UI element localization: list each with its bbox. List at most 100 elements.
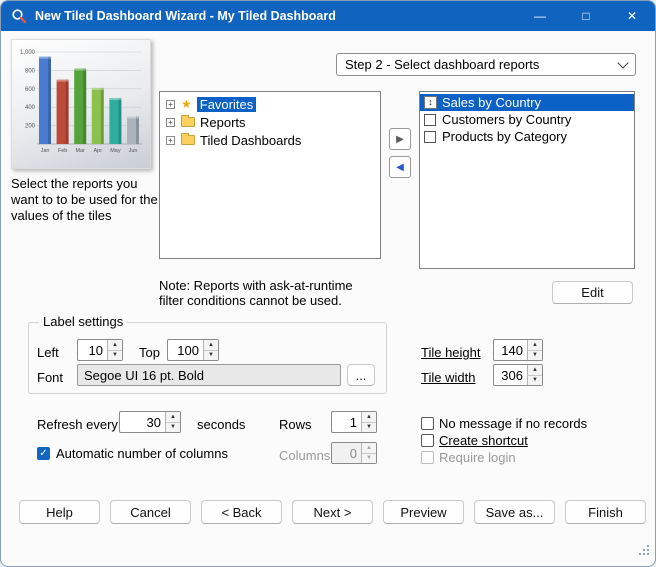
tile-width-label: Tile width (421, 370, 475, 385)
auto-columns-checkbox[interactable]: ✓ (37, 447, 50, 460)
tree-item-label: Reports (200, 115, 246, 130)
tree-item-label: Favorites (197, 97, 256, 112)
expand-icon[interactable]: + (166, 100, 175, 109)
check-icon: ✓ (39, 448, 47, 459)
no-message-checkbox[interactable] (421, 417, 434, 430)
folder-icon (181, 135, 195, 145)
edit-button[interactable]: Edit (552, 281, 633, 304)
step-selector[interactable]: Step 2 - Select dashboard reports (336, 53, 636, 76)
back-button[interactable]: < Back (201, 500, 282, 524)
tree-item-label: Tiled Dashboards (200, 133, 301, 148)
rows-label: Rows (279, 417, 312, 432)
preview-caption: Select the reports you want to to be use… (11, 176, 161, 224)
move-right-button[interactable]: ▶ (389, 128, 411, 150)
spin-down-icon[interactable]: ▼ (166, 423, 180, 433)
tile-height-value[interactable]: 140 (494, 340, 527, 360)
left-label: Left (37, 345, 59, 360)
left-value[interactable]: 10 (78, 340, 107, 360)
expand-icon[interactable]: + (166, 136, 175, 145)
refresh-spinner[interactable]: 30 ▲▼ (119, 411, 181, 433)
minimize-button[interactable]: — (517, 1, 563, 31)
spin-down-icon[interactable]: ▼ (108, 351, 122, 361)
spin-up-icon[interactable]: ▲ (166, 412, 180, 423)
spin-up-icon: ▲ (362, 443, 376, 454)
svg-text:Jan: Jan (41, 148, 50, 154)
list-item[interactable]: Customers by Country (420, 111, 634, 128)
title-bar: New Tiled Dashboard Wizard - My Tiled Da… (1, 1, 655, 31)
finish-button[interactable]: Finish (565, 500, 646, 524)
rows-value[interactable]: 1 (332, 412, 361, 432)
seconds-label: seconds (197, 417, 245, 432)
tree-item-favorites[interactable]: + ★ Favorites (160, 95, 380, 113)
cancel-button[interactable]: Cancel (110, 500, 191, 524)
refresh-value[interactable]: 30 (120, 412, 165, 432)
auto-columns-label: Automatic number of columns (56, 446, 228, 461)
maximize-button[interactable]: □ (563, 1, 609, 31)
star-icon: ★ (181, 98, 192, 110)
list-item-label: Products by Category (442, 129, 567, 144)
svg-text:200: 200 (25, 124, 36, 130)
list-item-label: Customers by Country (442, 112, 571, 127)
report-tree[interactable]: + ★ Favorites + Reports + Tiled Dashboar… (159, 91, 381, 259)
create-shortcut-label: Create shortcut (439, 433, 528, 448)
preview-button[interactable]: Preview (383, 500, 464, 524)
spin-up-icon[interactable]: ▲ (528, 340, 542, 351)
arrow-right-icon: ▶ (396, 134, 404, 145)
spin-down-icon[interactable]: ▼ (362, 423, 376, 433)
svg-text:800: 800 (25, 68, 36, 74)
help-button[interactable]: Help (19, 500, 100, 524)
svg-text:400: 400 (25, 105, 36, 111)
folder-icon (181, 117, 195, 127)
svg-text:600: 600 (25, 87, 36, 93)
svg-text:Feb: Feb (58, 148, 67, 154)
tile-height-spinner[interactable]: 140 ▲▼ (493, 339, 543, 361)
top-spinner[interactable]: 100 ▲▼ (167, 339, 219, 361)
spin-down-icon[interactable]: ▼ (528, 376, 542, 386)
font-label: Font (37, 370, 63, 385)
wizard-dialog: New Tiled Dashboard Wizard - My Tiled Da… (0, 0, 656, 567)
spin-down-icon[interactable]: ▼ (204, 351, 218, 361)
save-as-button[interactable]: Save as... (474, 500, 555, 524)
report-icon (424, 131, 436, 143)
tree-item-reports[interactable]: + Reports (160, 113, 380, 131)
rows-spinner[interactable]: 1 ▲▼ (331, 411, 377, 433)
svg-text:1,000: 1,000 (20, 50, 36, 56)
top-label: Top (139, 345, 160, 360)
tile-width-spinner[interactable]: 306 ▲▼ (493, 364, 543, 386)
next-button[interactable]: Next > (292, 500, 373, 524)
top-value[interactable]: 100 (168, 340, 203, 360)
refresh-label: Refresh every (37, 417, 118, 432)
chevron-down-icon (617, 57, 628, 68)
list-item[interactable]: Products by Category (420, 128, 634, 145)
spin-up-icon[interactable]: ▲ (528, 365, 542, 376)
reorder-icon: ↕ (424, 96, 437, 109)
svg-text:Apr: Apr (94, 148, 103, 154)
columns-value: 0 (332, 443, 361, 463)
close-button[interactable]: ✕ (609, 1, 655, 31)
preview-chart: 1,000800600400200 JanFebMarAprMayJun (11, 39, 151, 169)
spin-up-icon[interactable]: ▲ (108, 340, 122, 351)
columns-spinner: 0 ▲▼ (331, 442, 377, 464)
spin-down-icon[interactable]: ▼ (528, 351, 542, 361)
tile-height-label: Tile height (421, 345, 481, 360)
left-spinner[interactable]: 10 ▲▼ (77, 339, 123, 361)
spin-up-icon[interactable]: ▲ (362, 412, 376, 423)
create-shortcut-checkbox[interactable] (421, 434, 434, 447)
font-browse-button[interactable]: ... (347, 364, 375, 386)
list-item[interactable]: ↕ Sales by Country (420, 94, 634, 111)
selected-reports-list[interactable]: ↕ Sales by Country Customers by Country … (419, 91, 635, 269)
app-icon (11, 8, 27, 24)
no-message-label: No message if no records (439, 416, 587, 431)
expand-icon[interactable]: + (166, 118, 175, 127)
move-left-button[interactable]: ◀ (389, 156, 411, 178)
resize-grip-icon[interactable] (638, 543, 650, 561)
svg-text:Mar: Mar (75, 148, 85, 154)
footer-buttons: Help Cancel < Back Next > Preview Save a… (19, 500, 646, 524)
spin-up-icon[interactable]: ▲ (204, 340, 218, 351)
list-item-label: Sales by Country (442, 95, 541, 110)
tree-item-tiled-dashboards[interactable]: + Tiled Dashboards (160, 131, 380, 149)
font-field[interactable]: Segoe UI 16 pt. Bold (77, 364, 341, 386)
runtime-filter-note: Note: Reports with ask-at-runtime filter… (159, 278, 353, 308)
tile-width-value[interactable]: 306 (494, 365, 527, 385)
require-login-checkbox (421, 451, 434, 464)
